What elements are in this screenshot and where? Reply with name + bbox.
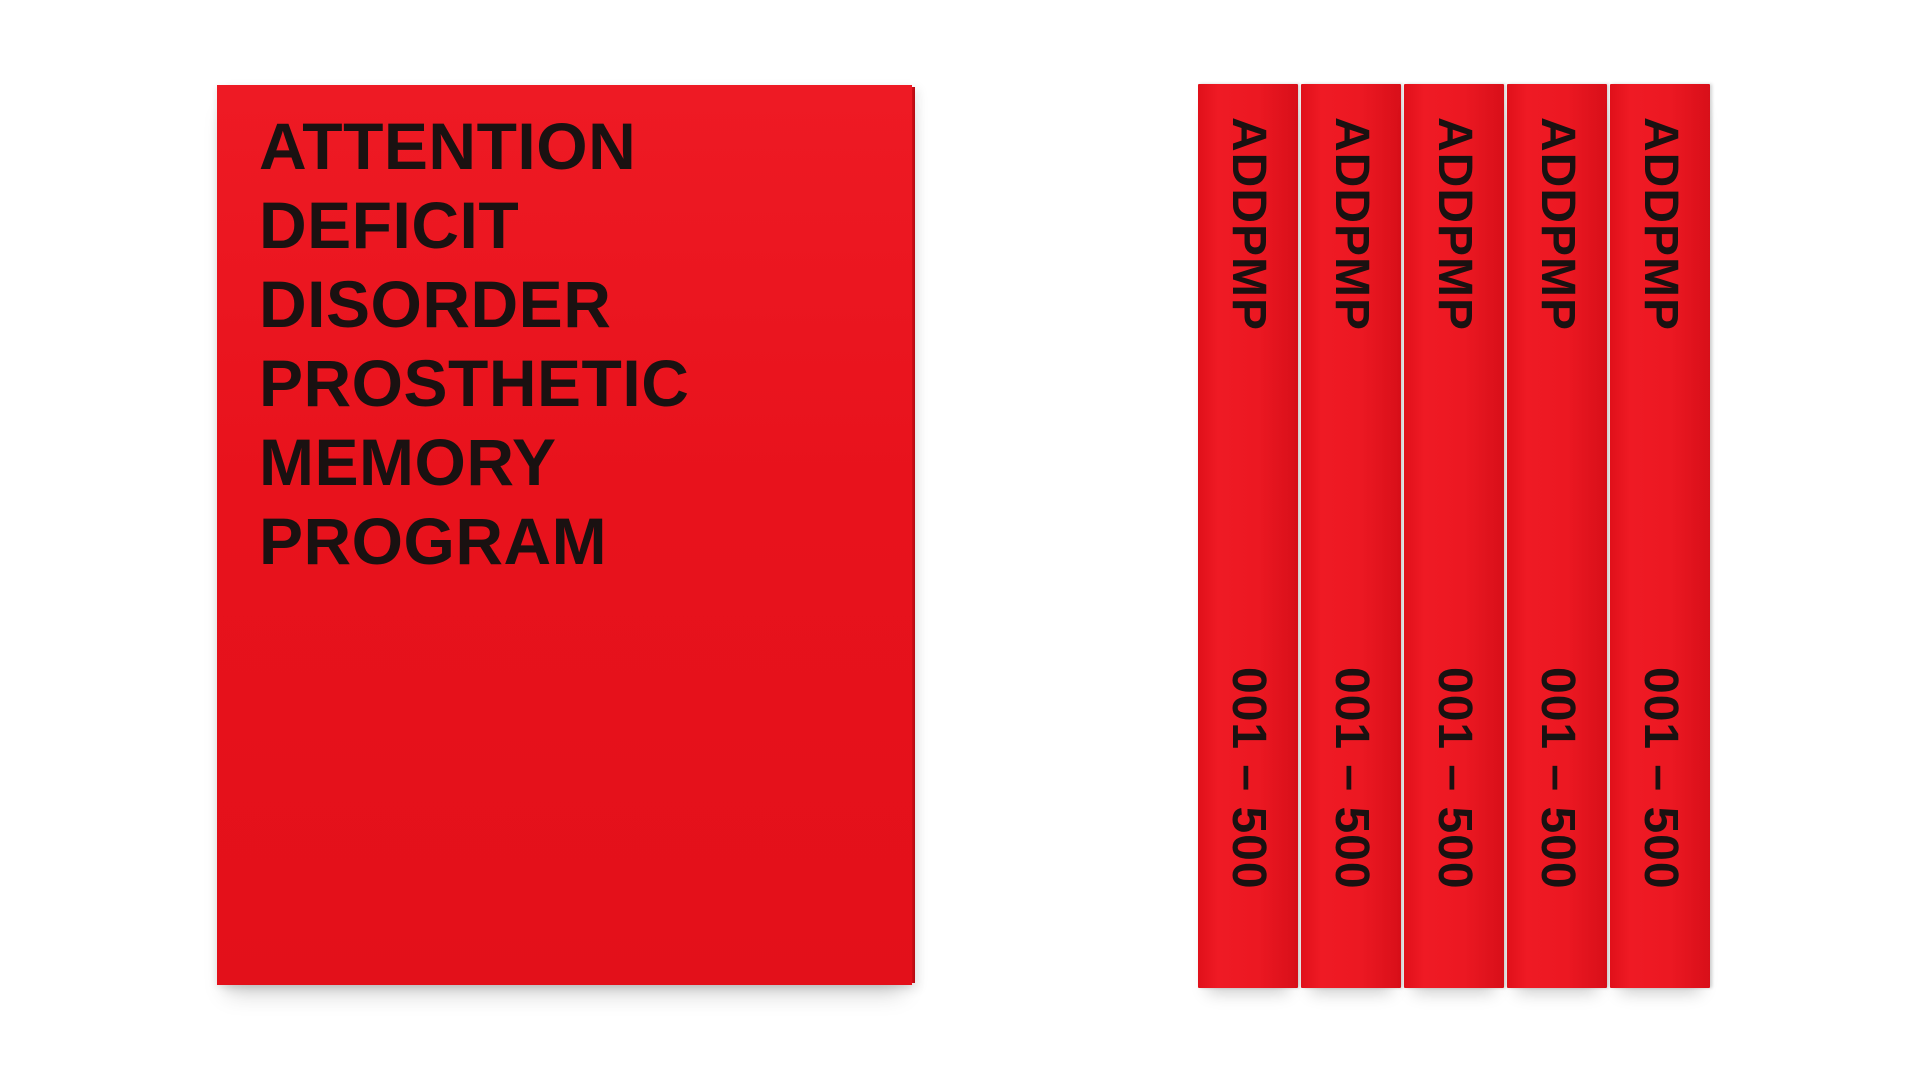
book-spine-5: ADDPMP 001 – 500 — [1610, 84, 1710, 988]
spine-range: 001 – 500 — [1531, 667, 1584, 890]
cover-title-line: MEMORY — [259, 425, 557, 499]
spine-range: 001 – 500 — [1222, 667, 1275, 890]
spine-range: 001 – 500 — [1428, 667, 1481, 890]
cover-title-line: DEFICIT — [259, 188, 520, 262]
spine-title: ADDPMP — [1428, 117, 1481, 332]
book-spines: ADDPMP 001 – 500 ADDPMP 001 – 500 ADDPMP… — [1198, 84, 1712, 989]
spine-title: ADDPMP — [1222, 117, 1275, 332]
cover-title: ATTENTION DEFICIT DISORDER PROSTHETIC ME… — [259, 107, 689, 581]
book-cover: ATTENTION DEFICIT DISORDER PROSTHETIC ME… — [217, 85, 915, 985]
spine-title: ADDPMP — [1531, 117, 1584, 332]
spine-range: 001 – 500 — [1325, 667, 1378, 890]
cover-title-line: DISORDER — [259, 267, 612, 341]
cover-title-line: PROSTHETIC — [259, 346, 690, 420]
cover-title-line: ATTENTION — [259, 109, 637, 183]
book-spine-1: ADDPMP 001 – 500 — [1198, 84, 1298, 988]
book-spine-4: ADDPMP 001 – 500 — [1507, 84, 1607, 988]
spine-title: ADDPMP — [1325, 117, 1378, 332]
spine-title: ADDPMP — [1634, 117, 1687, 332]
book-spine-3: ADDPMP 001 – 500 — [1404, 84, 1504, 988]
book-spine-2: ADDPMP 001 – 500 — [1301, 84, 1401, 988]
product-photo: ATTENTION DEFICIT DISORDER PROSTHETIC ME… — [0, 0, 1920, 1080]
spine-range: 001 – 500 — [1634, 667, 1687, 890]
cover-title-line: PROGRAM — [259, 504, 608, 578]
